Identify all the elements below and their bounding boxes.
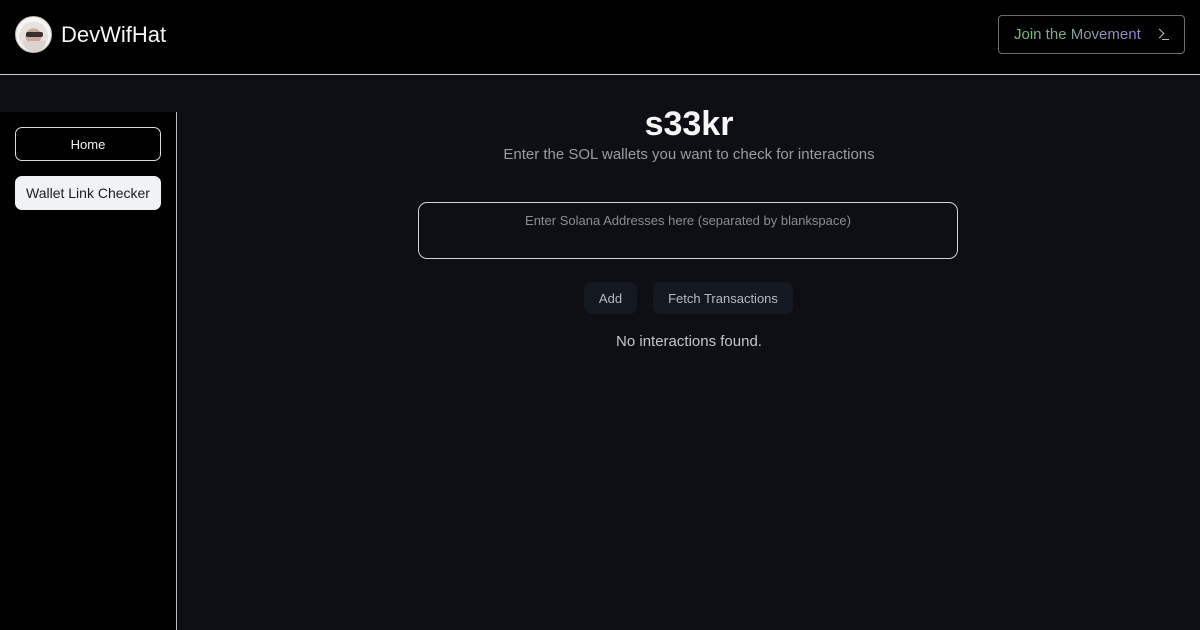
top-navbar: DevWifHat Join the Movement: [0, 0, 1200, 75]
avatar: [15, 16, 52, 53]
status-message: No interactions found.: [616, 333, 762, 350]
brand[interactable]: DevWifHat: [15, 16, 166, 53]
page-title: s33kr: [644, 105, 734, 143]
brand-name: DevWifHat: [61, 21, 167, 47]
sidebar-item-wallet-link-checker[interactable]: Wallet Link Checker: [15, 176, 161, 210]
sidebar-item-home[interactable]: Home: [15, 127, 161, 161]
sidebar: Home Wallet Link Checker: [0, 112, 177, 630]
add-button[interactable]: Add: [584, 282, 637, 314]
join-movement-label: Join the Movement: [1014, 26, 1141, 43]
page-subtitle: Enter the SOL wallets you want to check …: [503, 146, 875, 163]
sidebar-item-label: Wallet Link Checker: [26, 185, 150, 201]
solana-address-input[interactable]: [418, 202, 958, 259]
fetch-transactions-button[interactable]: Fetch Transactions: [653, 282, 793, 314]
join-movement-button[interactable]: Join the Movement: [998, 15, 1185, 54]
main-content: s33kr Enter the SOL wallets you want to …: [178, 105, 1200, 630]
sidebar-item-label: Home: [70, 136, 106, 152]
terminal-icon: [1155, 27, 1171, 43]
